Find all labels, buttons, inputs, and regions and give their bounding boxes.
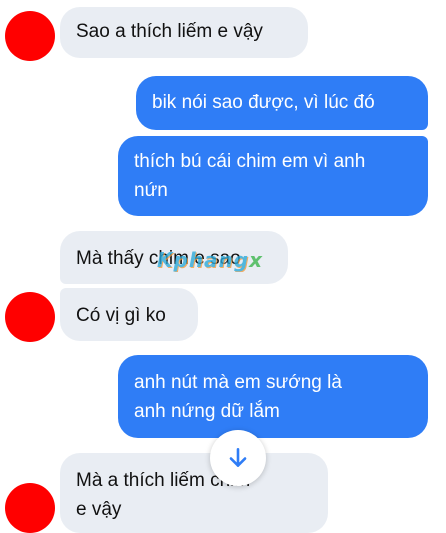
- message-text: bik nói sao được, vì lúc đó: [152, 92, 375, 113]
- message-text-line: e vậy: [76, 499, 122, 520]
- incoming-message-bubble[interactable]: Có vị gì ko: [60, 288, 198, 341]
- message-text: Sao a thích liếm e vậy: [76, 21, 263, 42]
- message-text-line: anh nút mà em sướng là: [134, 372, 342, 393]
- incoming-message-bubble[interactable]: Sao a thích liếm e vậy: [60, 7, 308, 58]
- scroll-to-bottom-button[interactable]: [210, 430, 266, 486]
- avatar[interactable]: [5, 11, 55, 61]
- outgoing-message-bubble[interactable]: anh nút mà em sướng là anh nứng dữ lắm: [118, 355, 428, 438]
- arrow-down-icon: [229, 448, 247, 467]
- message-text-line: thích bú cái chim em vì anh: [134, 151, 366, 172]
- watermark-suffix: x: [249, 248, 264, 272]
- message-text-line: nứn: [134, 180, 168, 201]
- outgoing-message-bubble[interactable]: thích bú cái chim em vì anh nứn: [118, 136, 428, 216]
- message-text: Có vị gì ko: [76, 305, 166, 326]
- message-text-line: Mà a thích liếm chim: [76, 470, 251, 491]
- watermark-logo: Kphangx: [157, 248, 263, 272]
- incoming-message-bubble[interactable]: Mà a thích liếm chim e vậy: [60, 453, 328, 533]
- message-text-line: anh nứng dữ lắm: [134, 401, 280, 422]
- avatar[interactable]: [5, 292, 55, 342]
- watermark-brand: Kphang: [157, 248, 250, 272]
- outgoing-message-bubble[interactable]: bik nói sao được, vì lúc đó: [136, 76, 428, 130]
